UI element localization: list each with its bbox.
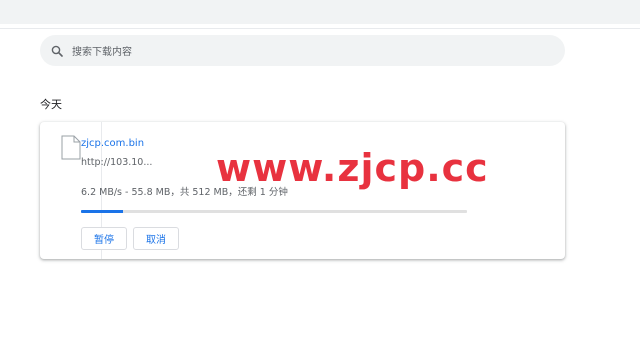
progress-fill — [81, 210, 124, 213]
search-icon — [50, 44, 64, 58]
top-bar — [0, 0, 640, 24]
date-header: 今天 — [40, 98, 62, 111]
file-name-link[interactable]: zjcp.com.bin — [81, 138, 144, 149]
cancel-button[interactable]: 取消 — [133, 227, 179, 250]
search-input[interactable]: 搜索下载内容 — [72, 43, 132, 58]
top-divider — [0, 28, 640, 29]
pause-button[interactable]: 暂停 — [81, 227, 127, 250]
watermark: www.zjcp.cc — [216, 146, 489, 190]
progress-bar — [81, 210, 467, 213]
file-url[interactable]: http://103.10... — [81, 157, 152, 168]
search-box[interactable]: 搜索下载内容 — [40, 35, 565, 66]
file-icon — [61, 135, 81, 160]
